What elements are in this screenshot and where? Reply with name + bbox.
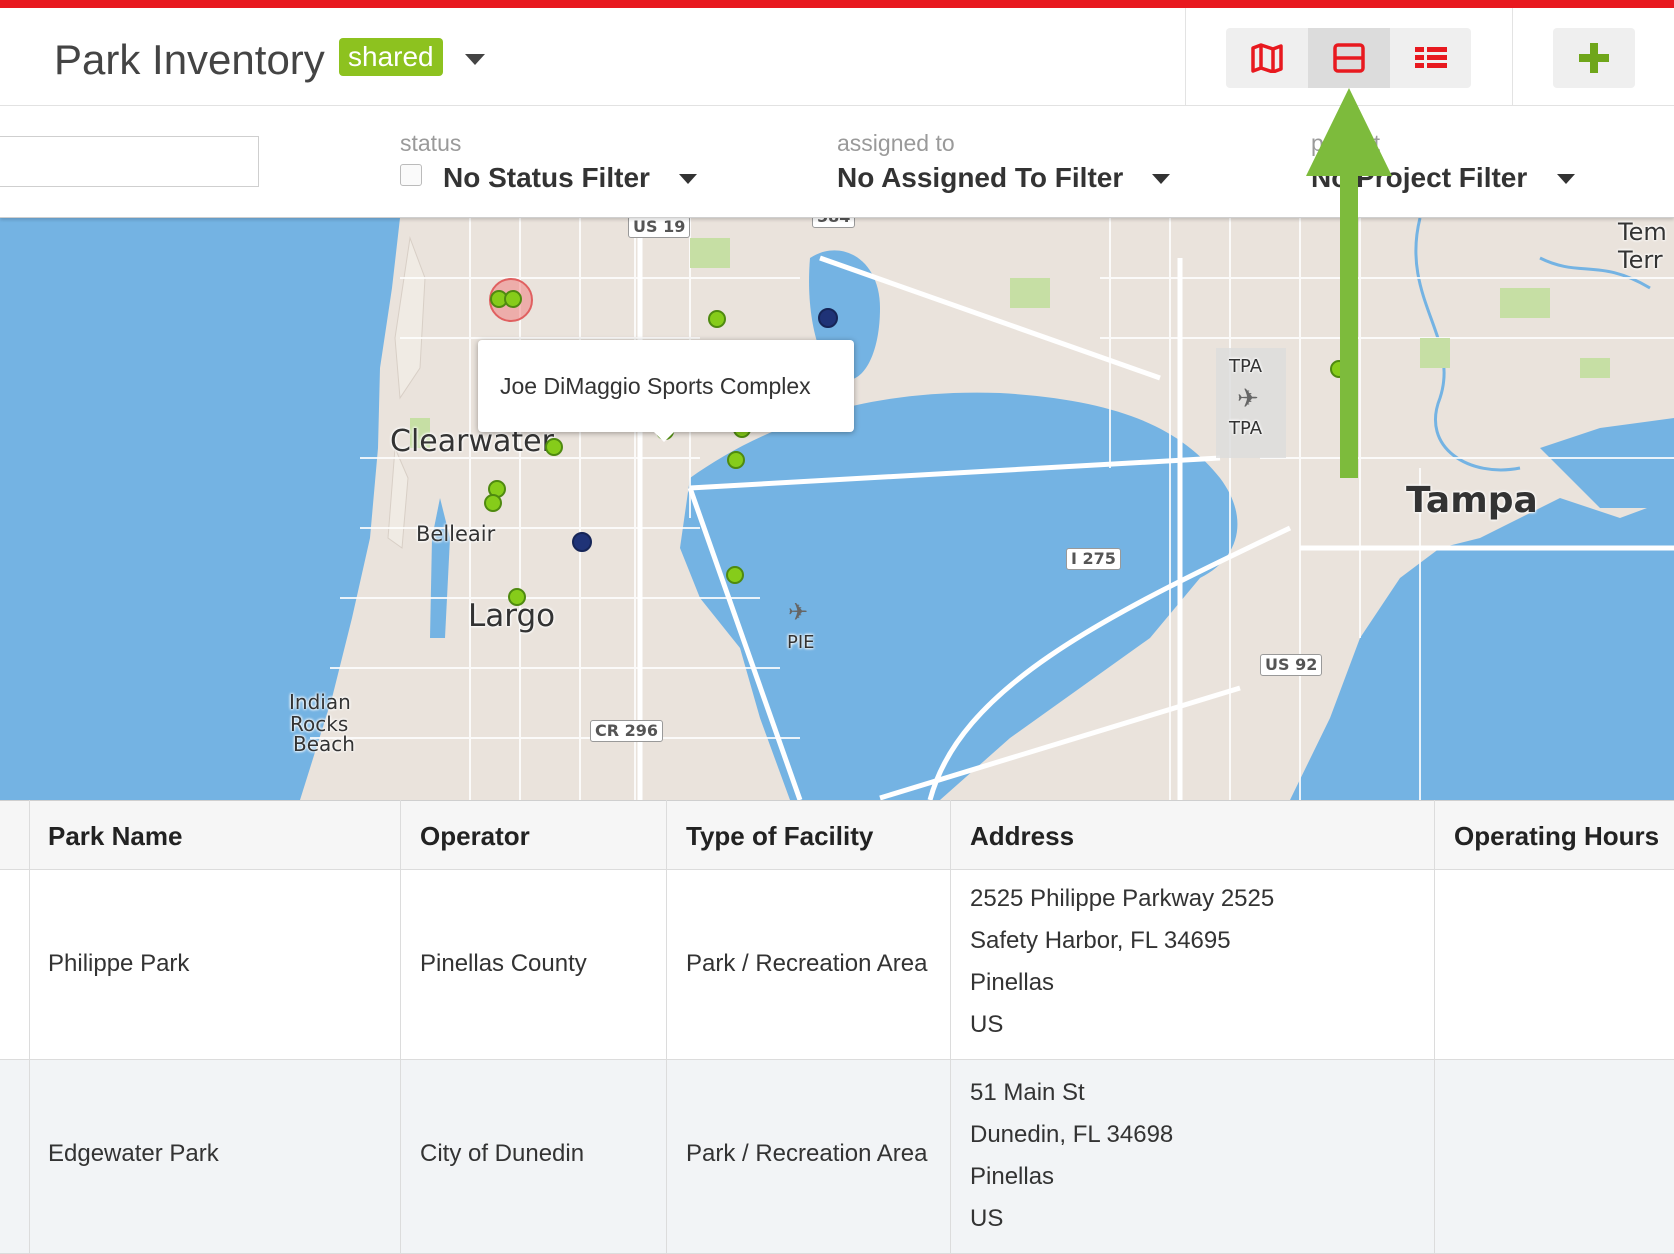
column-divider (29, 800, 30, 1254)
map-marker[interactable] (508, 588, 526, 606)
column-header-park-name[interactable]: Park Name (48, 801, 182, 871)
table-row[interactable]: Edgewater Park City of Dunedin Park / Re… (0, 1060, 1674, 1254)
column-header-operator[interactable]: Operator (420, 801, 530, 871)
annotation-arrow-shaft (1340, 170, 1358, 478)
type-cell: Park / Recreation Area (686, 950, 928, 977)
address-line: Dunedin, FL 34698 (970, 1121, 1174, 1148)
status-dropdown-caret-icon[interactable] (679, 174, 697, 184)
annotation-arrow-head (1306, 88, 1392, 176)
column-divider (400, 800, 401, 1254)
map-label: Terr (1618, 246, 1663, 274)
map-label: Indian (289, 690, 351, 714)
operator-cell: Pinellas County (420, 950, 587, 977)
map-marker[interactable] (545, 438, 563, 456)
map-label: Tampa (1406, 480, 1538, 521)
split-view-button[interactable] (1308, 28, 1390, 88)
assigned-to-filter-dropdown[interactable]: No Assigned To Filter (837, 162, 1123, 194)
map-marker[interactable] (484, 494, 502, 512)
assigned-to-filter-label: assigned to (837, 130, 955, 156)
route-shield: I 275 (1066, 548, 1121, 570)
view-toggle-group (1226, 28, 1471, 88)
route-shield: 584 (812, 218, 856, 228)
map-marker[interactable] (818, 308, 838, 328)
map-tooltip-pointer (650, 428, 678, 442)
filter-bar: status No Status Filter assigned to No A… (0, 106, 1674, 218)
table-row[interactable]: Philippe Park Pinellas County Park / Rec… (0, 870, 1674, 1060)
column-divider (1434, 800, 1435, 1254)
plus-icon (1579, 43, 1609, 73)
add-button[interactable] (1553, 28, 1635, 88)
address-line: Safety Harbor, FL 34695 (970, 927, 1231, 954)
title-dropdown-icon[interactable] (465, 54, 485, 65)
list-view-button[interactable] (1390, 28, 1472, 88)
map-view-button[interactable] (1226, 28, 1308, 88)
map-icon (1251, 43, 1283, 73)
type-cell: Park / Recreation Area (686, 1140, 928, 1167)
status-filter-checkbox[interactable] (400, 164, 422, 186)
operator-cell: City of Dunedin (420, 1140, 585, 1167)
map-marker[interactable] (708, 310, 726, 328)
map-tooltip: Joe DiMaggio Sports Complex (478, 340, 854, 432)
address-line: Pinellas (970, 969, 1055, 996)
map-view[interactable]: Clearwater Belleair Largo Tampa Indian R… (0, 218, 1674, 800)
map-marker[interactable] (726, 566, 744, 584)
map-label: PIE (787, 632, 815, 653)
column-header-operating-hours[interactable]: Operating Hours (1454, 801, 1659, 871)
map-marker[interactable] (572, 532, 592, 552)
table-header: Park Name Operator Type of Facility Addr… (0, 800, 1674, 870)
park-name-cell: Philippe Park (48, 950, 190, 977)
map-marker[interactable] (727, 451, 745, 469)
header-divider (1185, 8, 1186, 105)
address-line: Pinellas (970, 1163, 1055, 1190)
address-line: 2525 Philippe Parkway 2525 (970, 885, 1275, 912)
map-label: TPA (1229, 418, 1263, 439)
column-header-type[interactable]: Type of Facility (686, 801, 873, 871)
map-label: Beach (293, 732, 355, 756)
map-label: Belleair (416, 522, 496, 546)
address-cell: 2525 Philippe Parkway 2525 Safety Harbor… (970, 878, 1274, 1046)
park-name-cell: Edgewater Park (48, 1140, 219, 1167)
map-label: Tem (1618, 218, 1667, 246)
address-line: US (970, 1011, 1004, 1038)
status-filter-dropdown[interactable]: No Status Filter (443, 162, 650, 194)
map-label: TPA (1229, 356, 1263, 377)
column-header-address[interactable]: Address (970, 801, 1074, 871)
airport-icon: ✈ (788, 599, 809, 626)
top-accent-bar (0, 0, 1674, 8)
address-cell: 51 Main St Dunedin, FL 34698 Pinellas US (970, 1072, 1173, 1240)
page-title: Park Inventory (54, 36, 325, 83)
map-marker[interactable] (504, 290, 522, 308)
airport-icon: ✈ (1237, 383, 1259, 413)
page-header: Park Inventory shared (0, 8, 1674, 106)
address-line: US (970, 1205, 1004, 1232)
address-line: 51 Main St (970, 1079, 1085, 1106)
split-view-icon (1333, 43, 1365, 73)
shared-badge: shared (339, 38, 443, 76)
search-input[interactable] (0, 136, 259, 187)
route-shield: US 19 (628, 218, 691, 238)
project-dropdown-caret-icon[interactable] (1557, 174, 1575, 184)
list-icon (1415, 47, 1447, 68)
header-divider (1512, 8, 1513, 105)
column-divider (666, 800, 667, 1254)
route-shield: CR 296 (590, 720, 664, 742)
column-divider (950, 800, 951, 1254)
route-shield: US 92 (1260, 654, 1323, 676)
status-filter-label: status (400, 130, 462, 156)
assigned-to-dropdown-caret-icon[interactable] (1152, 174, 1170, 184)
